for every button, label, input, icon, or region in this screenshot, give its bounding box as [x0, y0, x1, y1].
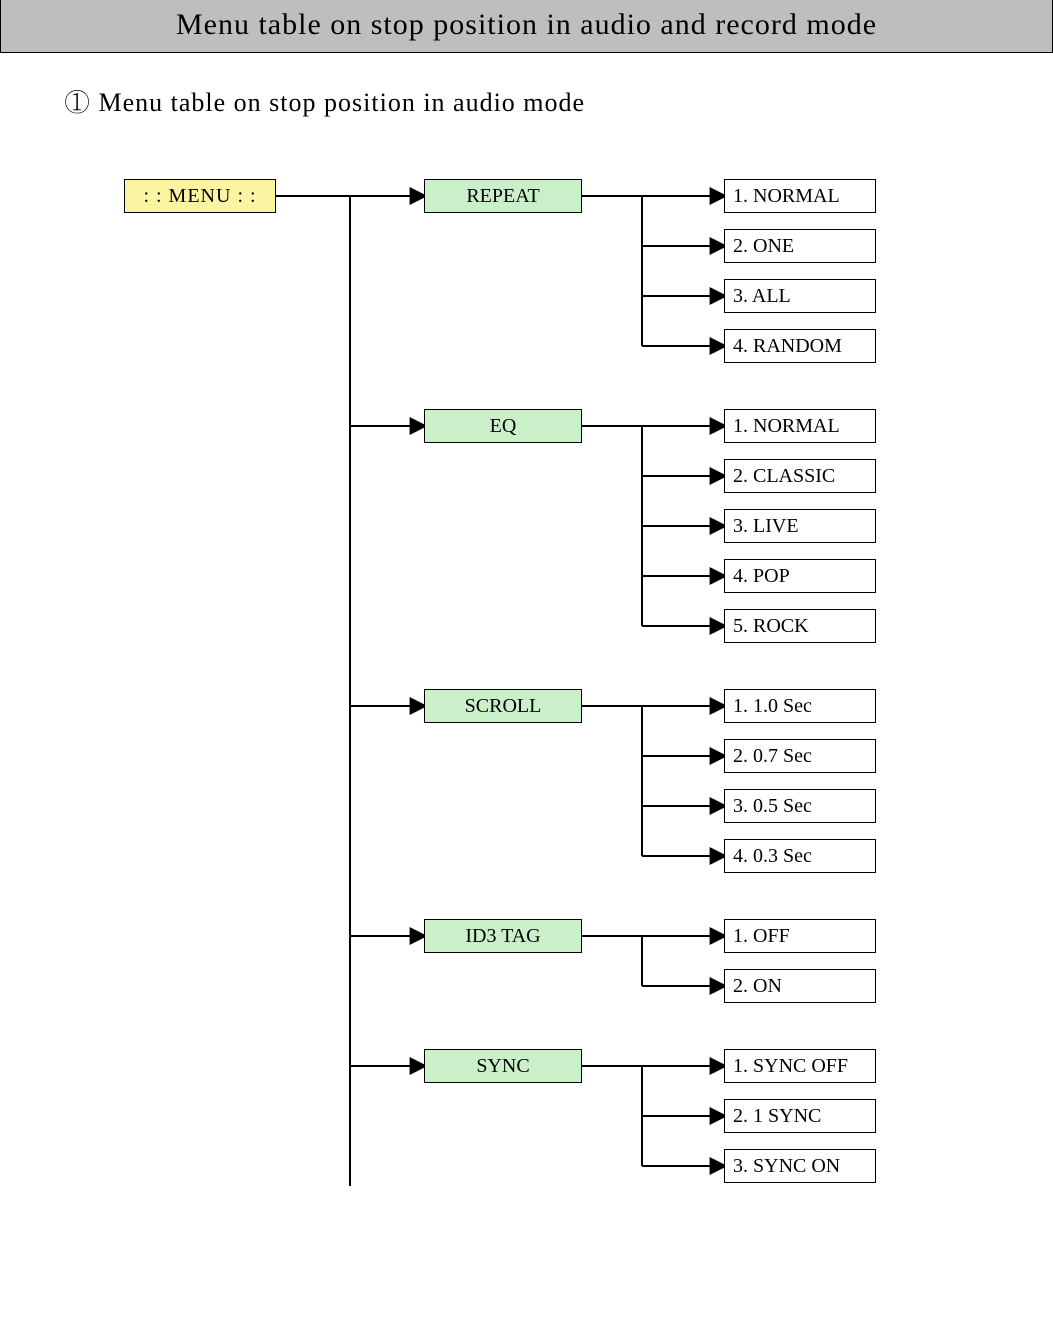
option-sync-3: 3. SYNC ON [724, 1149, 876, 1183]
category-repeat: REPEAT [424, 179, 582, 213]
section-text: Menu table on stop position in audio mod… [99, 88, 586, 117]
option-sync-1: 1. SYNC OFF [724, 1049, 876, 1083]
option-eq-2: 2. CLASSIC [724, 459, 876, 493]
option-sync-2: 2. 1 SYNC [724, 1099, 876, 1133]
option-scroll-2: 2. 0.7 Sec [724, 739, 876, 773]
category-sync: SYNC [424, 1049, 582, 1083]
option-eq-5: 5. ROCK [724, 609, 876, 643]
page-title: Menu table on stop position in audio and… [0, 0, 1053, 53]
option-eq-1: 1. NORMAL [724, 409, 876, 443]
option-scroll-1: 1. 1.0 Sec [724, 689, 876, 723]
option-id3-tag-1: 1. OFF [724, 919, 876, 953]
option-scroll-3: 3. 0.5 Sec [724, 789, 876, 823]
option-eq-3: 3. LIVE [724, 509, 876, 543]
category-eq: EQ [424, 409, 582, 443]
category-id3-tag: ID3 TAG [424, 919, 582, 953]
option-repeat-3: 3. ALL [724, 279, 876, 313]
section-heading: ① Menu table on stop position in audio m… [0, 53, 1053, 119]
option-eq-4: 4. POP [724, 559, 876, 593]
option-repeat-4: 4. RANDOM [724, 329, 876, 363]
option-repeat-2: 2. ONE [724, 229, 876, 263]
menu-root: : : MENU : : [124, 179, 276, 213]
option-repeat-1: 1. NORMAL [724, 179, 876, 213]
section-number: ① [64, 88, 91, 117]
option-scroll-4: 4. 0.3 Sec [724, 839, 876, 873]
category-scroll: SCROLL [424, 689, 582, 723]
menu-tree-diagram: : : MENU : : REPEAT 1. NORMAL 2. ONE 3. ALL 4… [0, 119, 1053, 1319]
option-id3-tag-2: 2. ON [724, 969, 876, 1003]
